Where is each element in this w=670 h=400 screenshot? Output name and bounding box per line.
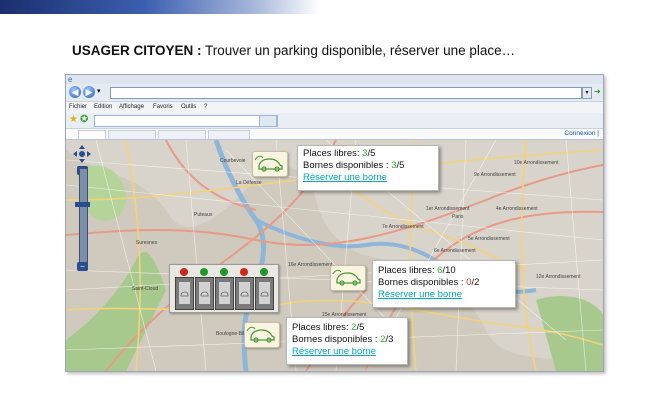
places-label: Places libres: — [303, 148, 363, 159]
menu-fichier[interactable]: Fichier — [69, 104, 87, 110]
parking-popup-1: Places libres: 3/5 Bornes disponibles : … — [297, 145, 439, 191]
station-status-light-green — [200, 268, 208, 276]
menu-favoris[interactable]: Favoris — [153, 104, 173, 110]
back-icon[interactable]: ◀ — [69, 86, 81, 98]
station-status-light-green — [260, 268, 268, 276]
zoom-slider-thumb[interactable] — [75, 202, 90, 207]
map-label: La Défense — [236, 180, 262, 186]
car-icon — [199, 282, 210, 304]
bornes-total: /3 — [385, 334, 394, 345]
map-label: 6e Arrondissement — [434, 248, 476, 254]
car-icon — [219, 282, 230, 304]
menu-edition[interactable]: Edition — [94, 104, 112, 110]
address-dropdown-icon[interactable]: ▾ — [582, 87, 592, 99]
charging-station[interactable] — [215, 277, 234, 310]
address-bar[interactable] — [110, 87, 582, 99]
map-label: 10e Arrondissement — [514, 160, 559, 166]
connexion-link[interactable]: Connexion | — [564, 130, 599, 137]
places-label: Places libres: — [292, 322, 352, 333]
station-status-light-red — [240, 268, 248, 276]
menu-outils[interactable]: Outils — [181, 104, 196, 110]
bornes-line: Bornes disponibles : 0/2 — [373, 277, 515, 289]
map-label: Suresnes — [136, 240, 158, 246]
parking-marker-1[interactable] — [252, 151, 288, 177]
electric-car-icon — [332, 269, 361, 286]
charging-station[interactable] — [255, 277, 274, 310]
car-icon — [179, 282, 190, 304]
map-label: 9e Arrondissement — [474, 172, 516, 178]
places-line: Places libres: 3/5 — [298, 146, 438, 160]
caption-bold: USAGER CITOYEN : — [72, 43, 202, 58]
bornes-total: /5 — [396, 160, 405, 171]
reserve-borne-link[interactable]: Réserver une borne — [287, 346, 407, 358]
page-tab-3[interactable] — [158, 130, 206, 139]
map-label: 1er Arrondissement — [426, 206, 470, 212]
electric-car-icon — [246, 326, 275, 343]
browser-title-bar: e — [66, 75, 603, 84]
station-status-light-green — [220, 268, 228, 276]
map-label: 12e Arrondissement — [536, 274, 581, 280]
places-total: /10 — [442, 265, 456, 276]
map-view[interactable]: Courbevoie Suresnes Puteaux Paris Boulogne-B… — [66, 140, 603, 371]
map-label: 5e Arrondissement — [468, 236, 510, 242]
charging-station[interactable] — [175, 277, 194, 310]
menu-help[interactable]: ? — [204, 104, 207, 110]
places-label: Places libres: — [378, 265, 438, 276]
bornes-label: Bornes disponibles : — [378, 277, 467, 288]
places-total: /5 — [356, 322, 365, 333]
map-label: Puteaux — [194, 212, 213, 218]
caption-text: Trouver un parking disponible, réserver … — [201, 43, 516, 58]
car-icon — [239, 282, 250, 304]
new-tab-button[interactable] — [259, 115, 277, 127]
bornes-label: Bornes disponibles : — [303, 160, 392, 171]
parking-marker-3[interactable] — [244, 322, 280, 348]
places-line: Places libres: 6/10 — [373, 261, 515, 277]
slide-caption: USAGER CITOYEN : Trouver un parking disp… — [72, 43, 515, 58]
browser-tab[interactable] — [94, 115, 278, 127]
page-tab-2[interactable] — [108, 130, 156, 139]
map-label: 16e Arrondissement — [288, 262, 333, 268]
map-label: 7e Arrondissement — [382, 224, 424, 230]
page-tab-4[interactable] — [208, 130, 250, 139]
bornes-total: /2 — [471, 277, 480, 288]
history-dropdown-icon[interactable]: ▾ — [97, 87, 101, 95]
add-favorite-icon[interactable]: ✪ — [80, 114, 88, 125]
zoom-out-icon[interactable]: − — [77, 262, 88, 271]
charging-station[interactable] — [235, 277, 254, 310]
page-tabs: Connexion | — [66, 129, 603, 140]
car-icon — [259, 282, 270, 304]
menu-bar: Fichier Edition Affichage Favoris Outils… — [66, 102, 603, 113]
reserve-borne-link[interactable]: Réserver une borne — [373, 289, 515, 301]
zoom-slider[interactable] — [79, 168, 88, 266]
bornes-line: Bornes disponibles : 3/5 — [298, 160, 438, 172]
go-icon[interactable]: ➜ — [594, 87, 601, 96]
navigation-bar: ◀ ▶ ▾ ▾ ➜ — [66, 84, 603, 102]
forward-icon[interactable]: ▶ — [83, 86, 95, 98]
map-label: Paris — [452, 214, 464, 220]
map-label: Courbevoie — [220, 158, 246, 164]
reserve-borne-link[interactable]: Réserver une borne — [298, 172, 438, 184]
browser-window: e ◀ ▶ ▾ ▾ ➜ Fichier Edition Affichage Fa… — [65, 74, 604, 372]
pan-control-icon[interactable] — [72, 144, 92, 164]
parking-popup-2: Places libres: 6/10 Bornes disponibles :… — [372, 260, 516, 308]
bornes-line: Bornes disponibles : 2/3 — [287, 334, 407, 346]
charging-station[interactable] — [195, 277, 214, 310]
slide-header-bar — [0, 0, 320, 14]
page-tab-1[interactable] — [78, 130, 106, 139]
places-line: Places libres: 2/5 — [287, 318, 407, 334]
map-label: Saint-Cloud — [132, 286, 158, 292]
places-total: /5 — [367, 148, 376, 159]
menu-affichage[interactable]: Affichage — [119, 104, 144, 110]
favorites-bar: ★ ✪ — [66, 113, 603, 129]
map-label: 4e Arrondissement — [496, 206, 538, 212]
electric-car-icon — [254, 155, 283, 172]
charging-station-group[interactable] — [169, 264, 279, 313]
ie-icon: e — [68, 75, 73, 84]
bornes-label: Bornes disponibles : — [292, 334, 381, 345]
parking-marker-2[interactable] — [330, 265, 366, 291]
favorites-star-icon[interactable]: ★ — [69, 114, 78, 125]
parking-popup-3: Places libres: 2/5 Bornes disponibles : … — [286, 317, 408, 365]
station-status-light-red — [180, 268, 188, 276]
